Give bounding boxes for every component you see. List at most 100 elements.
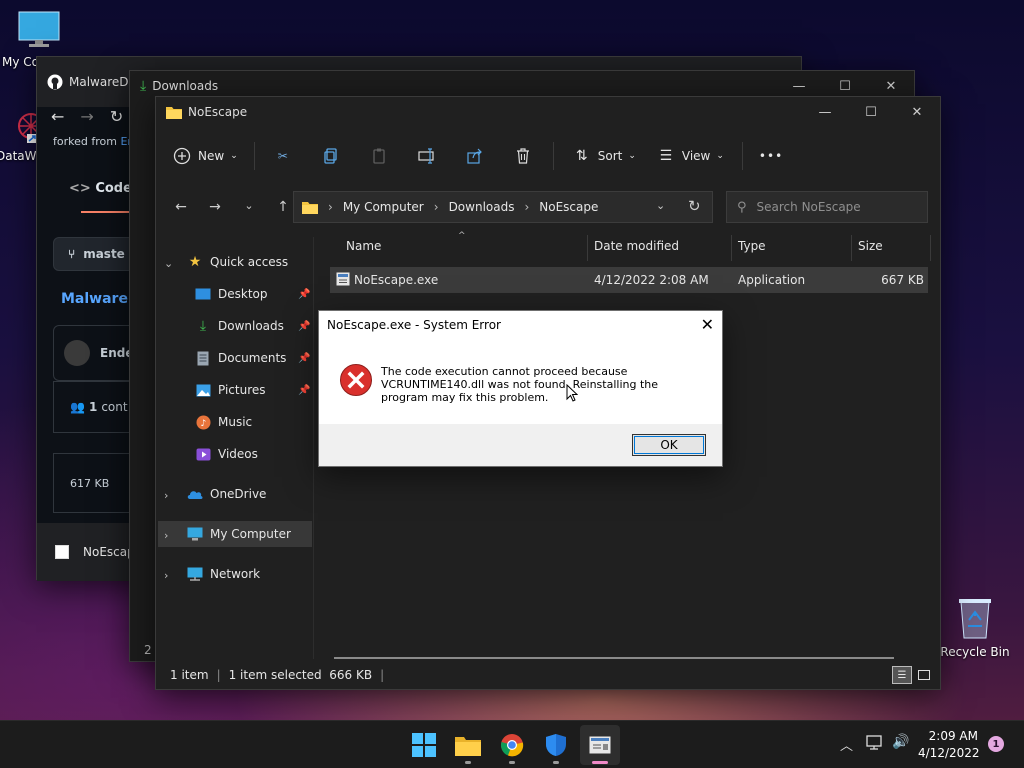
sidebar-item-desktop[interactable]: Desktop xyxy=(194,281,268,307)
system-error-dialog[interactable]: NoEscape.exe - System Error ✕ The code e… xyxy=(318,310,723,467)
notification-badge[interactable]: 1 xyxy=(988,736,1004,752)
download-arrow-icon: ⤓ xyxy=(140,78,147,94)
monitor-icon xyxy=(18,11,60,47)
sidebar-item-documents[interactable]: Documents xyxy=(194,345,286,371)
cut-icon[interactable]: ✂ xyxy=(271,144,295,168)
desktop-icon xyxy=(194,286,212,302)
search-icon: ⚲ xyxy=(737,199,747,215)
share-icon[interactable] xyxy=(463,144,487,168)
close-button[interactable]: ✕ xyxy=(894,97,940,127)
sidebar-item-videos[interactable]: Videos xyxy=(194,441,258,467)
paste-icon[interactable] xyxy=(367,144,391,168)
noescape-taskbar-button[interactable] xyxy=(586,731,614,759)
pin-icon[interactable]: 📌 xyxy=(298,321,310,332)
reload-icon[interactable]: ↻ xyxy=(110,107,123,127)
tiles-view-icon[interactable] xyxy=(914,666,934,684)
running-indicator xyxy=(509,761,515,764)
volume-icon[interactable]: 🔊 xyxy=(892,734,909,750)
avatar xyxy=(64,340,90,366)
sidebar-item-my-computer[interactable]: My Computer xyxy=(186,521,291,547)
breadcrumb-noescape[interactable]: NoEscape xyxy=(539,200,598,214)
refresh-icon[interactable]: ↻ xyxy=(688,197,701,215)
copy-icon[interactable] xyxy=(319,144,343,168)
address-bar[interactable]: › My Computer › Downloads › NoEscape ⌄ ↻ xyxy=(293,191,713,223)
close-icon[interactable]: ✕ xyxy=(701,315,714,334)
download-item[interactable]: NoEscap xyxy=(83,545,135,559)
chrome-taskbar-button[interactable] xyxy=(498,731,526,759)
sidebar-item-music[interactable]: ♪ Music xyxy=(194,409,252,435)
delete-icon[interactable] xyxy=(511,144,535,168)
start-button[interactable] xyxy=(410,731,438,759)
chevron-up-icon[interactable]: ︿ xyxy=(840,735,853,754)
status-divider: | xyxy=(216,668,221,682)
running-indicator xyxy=(553,761,559,764)
network-icon[interactable] xyxy=(866,735,884,754)
tab-code[interactable]: <> Code xyxy=(69,181,132,196)
pin-icon[interactable]: 📌 xyxy=(298,353,310,364)
search-input[interactable]: ⚲ Search NoEscape xyxy=(726,191,928,223)
recycle-bin-icon xyxy=(959,599,991,639)
breadcrumb-my-computer[interactable]: My Computer xyxy=(343,200,424,214)
sort-button[interactable]: ⇅ Sort ⌄ xyxy=(570,144,636,168)
star-icon: ★ xyxy=(188,254,202,270)
folder-icon xyxy=(166,107,182,119)
document-icon xyxy=(194,350,212,366)
shield-icon xyxy=(546,734,566,756)
desktop-icon-label: Recycle Bin xyxy=(940,645,1010,659)
forward-arrow-icon[interactable]: → xyxy=(80,107,93,127)
column-header-date[interactable]: Date modified xyxy=(594,239,679,261)
pin-icon[interactable]: 📌 xyxy=(298,385,310,396)
desktop-icon-recycle-bin[interactable]: Recycle Bin xyxy=(940,596,1010,659)
maximize-button[interactable]: ☐ xyxy=(848,97,894,127)
breadcrumb-separator: › xyxy=(328,200,333,214)
view-button[interactable]: ☰ View ⌄ xyxy=(654,144,724,168)
code-icon: <> xyxy=(69,181,91,196)
toolbar-separator xyxy=(253,142,255,170)
pictures-icon xyxy=(194,382,212,398)
address-dropdown-icon[interactable]: ⌄ xyxy=(656,199,665,212)
breadcrumb-downloads[interactable]: Downloads xyxy=(449,200,515,214)
chevron-down-icon[interactable]: ⌄ xyxy=(164,257,173,270)
svg-text:♪: ♪ xyxy=(200,419,206,429)
column-header-name[interactable]: Name xyxy=(346,239,381,261)
security-taskbar-button[interactable] xyxy=(542,731,570,759)
error-icon xyxy=(340,364,372,396)
chevron-right-icon[interactable]: › xyxy=(164,569,168,582)
status-selection: 1 item selected 666 KB xyxy=(228,668,373,682)
details-view-icon[interactable]: ☰ xyxy=(892,666,912,684)
column-header-type[interactable]: Type xyxy=(738,239,766,261)
recent-chevron-icon[interactable]: ⌄ xyxy=(232,199,266,215)
back-arrow-icon[interactable]: ← xyxy=(51,107,64,127)
clock-date[interactable]: 4/12/2022 xyxy=(918,746,980,760)
sidebar-item-network[interactable]: Network xyxy=(186,561,260,587)
pin-icon[interactable]: 📌 xyxy=(298,289,310,300)
column-divider xyxy=(851,235,852,261)
new-button[interactable]: New ⌄ xyxy=(170,144,238,168)
table-row[interactable]: NoEscape.exe 4/12/2022 2:08 AM Applicati… xyxy=(330,267,928,293)
sidebar-item-onedrive[interactable]: OneDrive xyxy=(186,481,266,507)
people-icon: 👥 xyxy=(70,400,85,414)
back-arrow-icon[interactable]: ← xyxy=(164,199,198,215)
status-item-count: 1 item xyxy=(170,668,209,682)
forward-arrow-icon[interactable]: → xyxy=(198,199,232,215)
chevron-right-icon[interactable]: › xyxy=(164,529,168,542)
sidebar-item-quick-access[interactable]: ★ Quick access xyxy=(186,249,288,275)
file-explorer-taskbar-button[interactable] xyxy=(454,731,482,759)
github-tab-title[interactable]: MalwareD xyxy=(69,75,129,89)
clock-time[interactable]: 2:09 AM xyxy=(926,729,978,743)
folder-icon xyxy=(455,737,481,756)
minimize-button[interactable]: — xyxy=(802,97,848,127)
command-bar: New ⌄ ✂ ⇅ Sort ⌄ ☰ View ⌄ ••• xyxy=(156,131,940,181)
dialog-title: NoEscape.exe - System Error xyxy=(327,318,501,332)
column-divider xyxy=(731,235,732,261)
sidebar-item-pictures[interactable]: Pictures xyxy=(194,377,266,403)
rename-icon[interactable] xyxy=(415,144,439,168)
sidebar-item-downloads[interactable]: ⤓ Downloads xyxy=(194,313,284,339)
chevron-right-icon[interactable]: › xyxy=(164,489,168,502)
ok-button[interactable]: OK xyxy=(632,434,706,456)
horizontal-scrollbar[interactable] xyxy=(334,657,894,659)
forked-from-line: forked from Er xyxy=(53,135,132,148)
column-header-size[interactable]: Size xyxy=(858,239,883,261)
repo-name-link[interactable]: MalwareD xyxy=(61,291,140,307)
more-options-icon[interactable]: ••• xyxy=(759,149,783,163)
